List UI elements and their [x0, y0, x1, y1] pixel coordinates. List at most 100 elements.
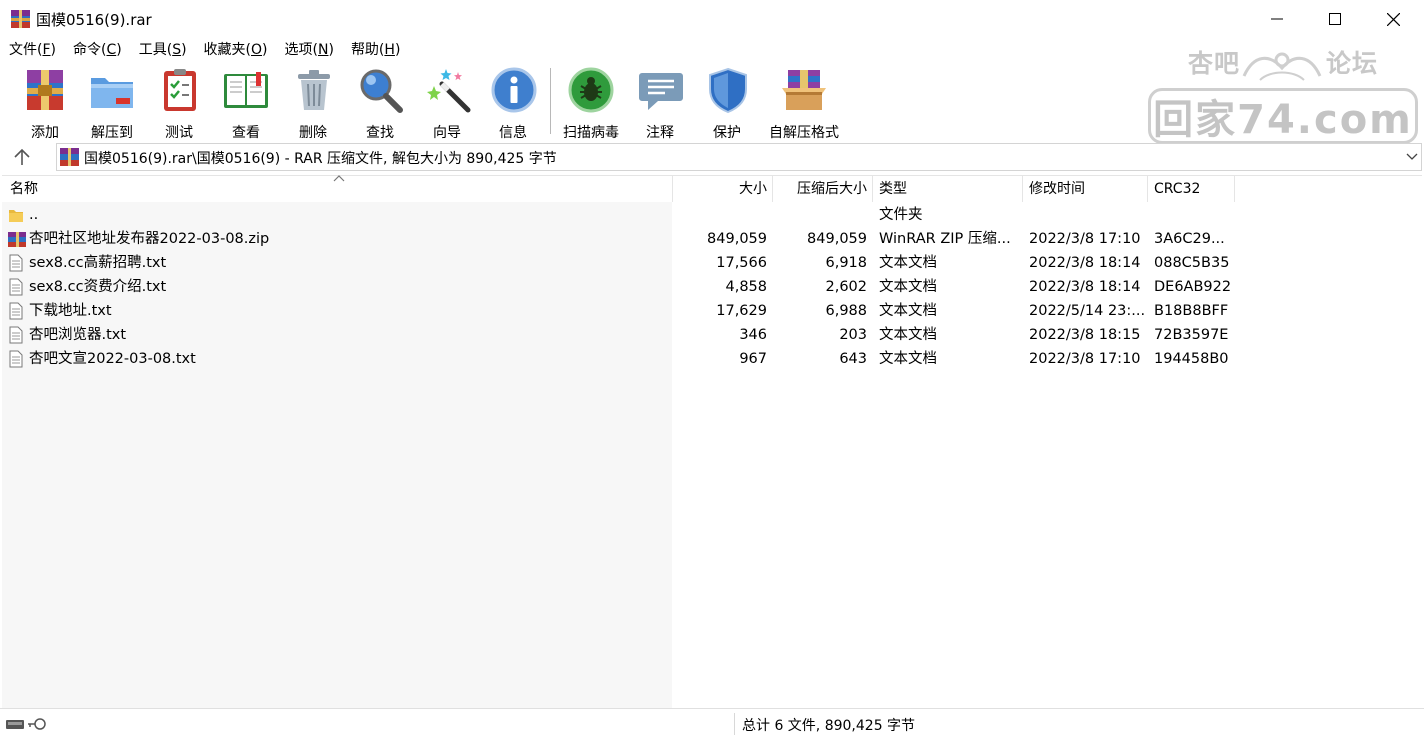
- extract-to-button[interactable]: 解压到: [84, 66, 140, 141]
- file-modified: 2022/3/8 18:15: [1029, 327, 1141, 343]
- wizard-button[interactable]: 向导: [424, 66, 471, 141]
- delete-button[interactable]: 删除: [290, 66, 336, 141]
- menu-tools[interactable]: 工具(S): [130, 38, 195, 62]
- file-packed-size: 849,059: [807, 231, 867, 247]
- menu-favorites[interactable]: 收藏夹(O): [195, 38, 276, 62]
- window-title: 国模0516(9).rar: [36, 11, 152, 29]
- test-label: 测试: [165, 125, 193, 141]
- file-crc: 3A6C29...: [1154, 231, 1225, 247]
- text-file-icon: [9, 254, 23, 272]
- wizard-wand-icon: [427, 69, 471, 113]
- table-row[interactable]: 杏吧社区地址发布器2022-03-08.zip 849,059 849,059 …: [2, 227, 1422, 251]
- address-bar[interactable]: 国模0516(9).rar\国模0516(9) - RAR 压缩文件, 解包大小…: [56, 143, 1422, 171]
- rar-archive-icon: [60, 148, 79, 166]
- file-type: 文本文档: [879, 303, 937, 319]
- table-row[interactable]: .. 文件夹: [2, 203, 1422, 227]
- status-bar: 总计 6 文件, 890,425 字节: [0, 708, 1424, 739]
- view-button[interactable]: 查看: [220, 66, 272, 141]
- column-divider[interactable]: [872, 176, 873, 202]
- test-button[interactable]: 测试: [156, 66, 202, 141]
- file-name: 杏吧文宣2022-03-08.txt: [29, 351, 196, 367]
- file-packed-size: 2,602: [825, 279, 867, 295]
- info-button[interactable]: 信息: [490, 66, 537, 141]
- sort-ascending-icon: [333, 175, 345, 182]
- sfx-button[interactable]: 自解压格式: [764, 66, 844, 141]
- virus-scan-label: 扫描病毒: [563, 125, 619, 141]
- table-row[interactable]: 下载地址.txt 17,629 6,988 文本文档 2022/5/14 23:…: [2, 299, 1422, 323]
- file-type: 文本文档: [879, 351, 937, 367]
- maximize-icon: [1329, 13, 1341, 25]
- delete-label: 删除: [299, 125, 327, 141]
- protect-label: 保护: [713, 125, 741, 141]
- column-header-packed[interactable]: 压缩后大小: [773, 176, 867, 202]
- info-label: 信息: [499, 125, 527, 141]
- file-name: sex8.cc高薪招聘.txt: [29, 255, 167, 271]
- up-arrow-icon[interactable]: [10, 147, 34, 167]
- column-header-name[interactable]: 名称: [10, 176, 38, 202]
- file-crc: 72B3597E: [1154, 327, 1229, 343]
- file-size: 967: [739, 351, 767, 367]
- toolbar: 添加 解压到 测试 查看 删除 查找 向导 信息 扫描病毒 注释 保护 自解压格…: [0, 62, 1150, 141]
- column-header-modified[interactable]: 修改时间: [1029, 176, 1085, 202]
- watermark-ornament: [1242, 52, 1322, 81]
- add-button[interactable]: 添加: [20, 66, 70, 141]
- protect-button[interactable]: 保护: [704, 66, 750, 141]
- table-row[interactable]: 杏吧文宣2022-03-08.txt 967 643 文本文档 2022/3/8…: [2, 347, 1422, 371]
- add-label: 添加: [31, 125, 59, 141]
- file-name: ..: [29, 207, 39, 223]
- table-row[interactable]: sex8.cc资费介绍.txt 4,858 2,602 文本文档 2022/3/…: [2, 275, 1422, 299]
- wizard-label: 向导: [433, 125, 461, 141]
- view-label: 查看: [232, 125, 260, 141]
- extract-to-label: 解压到: [91, 125, 133, 141]
- find-label: 查找: [366, 125, 394, 141]
- trash-icon: [298, 70, 330, 110]
- file-packed-size: 643: [839, 351, 867, 367]
- virus-scan-button[interactable]: 扫描病毒: [560, 66, 622, 141]
- file-size: 849,059: [707, 231, 767, 247]
- title-bar: 国模0516(9).rar: [0, 0, 1424, 38]
- file-list: 名称 大小 压缩后大小 类型 修改时间 CRC32 .. 文件夹 杏吧社区地址发…: [2, 175, 1422, 708]
- file-modified: 2022/5/14 23:...: [1029, 303, 1146, 319]
- file-modified: 2022/3/8 18:14: [1029, 279, 1141, 295]
- column-divider[interactable]: [1234, 176, 1235, 202]
- shield-icon: [709, 67, 747, 114]
- drive-key-icon[interactable]: [6, 716, 50, 732]
- close-button[interactable]: [1364, 0, 1422, 38]
- column-header-size[interactable]: 大小: [673, 176, 767, 202]
- view-book-icon: [224, 72, 268, 108]
- file-size: 4,858: [725, 279, 767, 295]
- column-divider[interactable]: [1022, 176, 1023, 202]
- menu-file[interactable]: 文件(F): [0, 38, 64, 62]
- zip-archive-icon: [8, 232, 26, 247]
- file-modified: 2022/3/8 17:10: [1029, 231, 1141, 247]
- minimize-icon: [1271, 18, 1283, 20]
- menu-help[interactable]: 帮助(H): [342, 38, 408, 62]
- maximize-button[interactable]: [1306, 0, 1364, 38]
- file-name: 杏吧社区地址发布器2022-03-08.zip: [29, 231, 270, 247]
- file-packed-size: 6,988: [825, 303, 867, 319]
- find-button[interactable]: 查找: [356, 66, 404, 141]
- comment-button[interactable]: 注释: [637, 66, 683, 141]
- column-divider[interactable]: [1147, 176, 1148, 202]
- file-crc: DE6AB922: [1154, 279, 1232, 295]
- menu-commands[interactable]: 命令(C): [64, 38, 130, 62]
- table-row[interactable]: sex8.cc高薪招聘.txt 17,566 6,918 文本文档 2022/3…: [2, 251, 1422, 275]
- minimize-button[interactable]: [1248, 0, 1306, 38]
- file-size: [673, 203, 767, 227]
- sfx-box-icon: [782, 70, 826, 110]
- file-type: 文本文档: [879, 279, 937, 295]
- text-file-icon: [9, 350, 23, 368]
- table-row[interactable]: 杏吧浏览器.txt 346 203 文本文档 2022/3/8 18:15 72…: [2, 323, 1422, 347]
- file-modified: 2022/3/8 17:10: [1029, 351, 1141, 367]
- chevron-down-icon[interactable]: [1406, 153, 1418, 161]
- info-icon: [491, 67, 537, 113]
- add-archive-icon: [27, 70, 63, 110]
- column-header-crc[interactable]: CRC32: [1154, 176, 1200, 202]
- sfx-label: 自解压格式: [769, 125, 839, 141]
- watermark-top-left: 杏吧: [1188, 49, 1241, 78]
- file-name: 杏吧浏览器.txt: [29, 327, 127, 343]
- column-header-type[interactable]: 类型: [879, 176, 907, 202]
- text-file-icon: [9, 326, 23, 344]
- file-size: 17,566: [716, 255, 767, 271]
- menu-options[interactable]: 选项(N): [276, 38, 342, 62]
